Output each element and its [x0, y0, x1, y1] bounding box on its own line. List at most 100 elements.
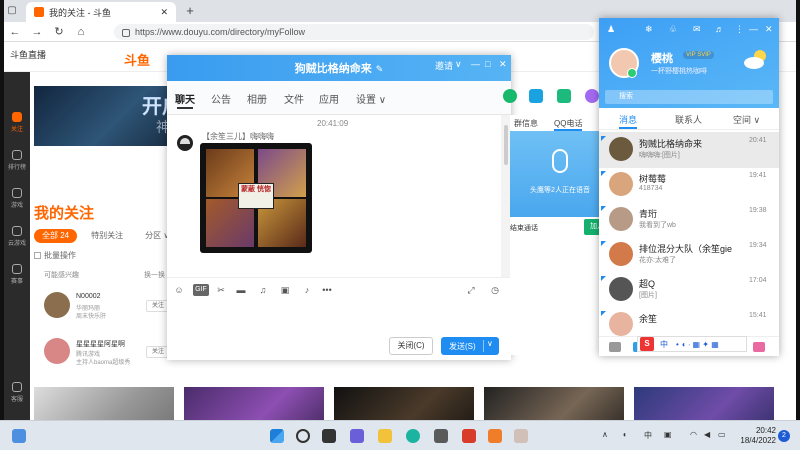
conversation-item[interactable]: 青珩 我看到了wb 19:38 [599, 202, 779, 238]
menu-icon[interactable]: ⋮ [735, 24, 744, 35]
close-button[interactable]: ✕ [765, 24, 773, 35]
wifi-icon[interactable]: ◠ [690, 430, 697, 439]
avatar[interactable] [609, 277, 633, 301]
send-options-icon[interactable]: ∨ [487, 339, 493, 348]
tab-files[interactable]: 文件 [284, 91, 304, 106]
swap-button[interactable]: 换一换 [144, 270, 165, 280]
more-icon[interactable]: ••• [321, 284, 333, 296]
tab-my-follow[interactable]: 我的关注 - 斗鱼 ✕ [26, 2, 176, 22]
tab-album[interactable]: 相册 [247, 91, 267, 106]
conversation-item[interactable]: 树莓莓 418734 19:41 [599, 167, 779, 203]
conversation-item[interactable]: 超Q [图片] 17:04 [599, 272, 779, 308]
sidebar-item[interactable]: 客服 [4, 382, 30, 403]
avatar[interactable] [609, 137, 633, 161]
douyu-text-logo[interactable]: 斗鱼直播 [10, 48, 46, 61]
bell-icon[interactable]: ♪ [301, 284, 313, 296]
sidebar-item[interactable]: 排行榜 [4, 150, 30, 171]
clock[interactable]: 20:42 18/4/2022 [736, 426, 776, 446]
reload-icon[interactable]: ↻ [48, 25, 70, 38]
send-button[interactable]: 发送(S) ∨ [441, 337, 499, 355]
tab-announcement[interactable]: 公告 [211, 91, 231, 106]
tab-qq-call[interactable]: QQ电话 [554, 118, 583, 131]
tab-chat[interactable]: 聊天 [175, 91, 195, 109]
tab-group-info[interactable]: 群信息 [514, 118, 538, 129]
tab-actions-icon[interactable]: ▢ [4, 3, 20, 19]
edge-icon[interactable] [406, 429, 420, 443]
ime-language[interactable]: 中 [644, 430, 652, 441]
avatar[interactable] [609, 207, 633, 231]
battery-icon[interactable]: ▭ [718, 430, 726, 439]
chat-icon[interactable] [350, 429, 364, 443]
invite-button[interactable]: 邀请 [435, 59, 453, 72]
music-icon[interactable]: ♫ [257, 284, 269, 296]
close-chat-button[interactable]: 关闭(C) [389, 337, 433, 355]
tab-apps[interactable]: 应用 [319, 91, 339, 106]
avatar[interactable] [609, 242, 633, 266]
recommended-streamer[interactable]: 星星星星阿星啊 腾讯游戏 主持人baoma超级秀 关注 [44, 338, 174, 378]
close-button[interactable]: ✕ [499, 59, 507, 70]
emoji-icon[interactable]: ☺ [173, 284, 185, 296]
vip-badge[interactable]: VIP SVIP [683, 51, 714, 59]
mcafee-icon[interactable] [462, 429, 476, 443]
batch-operation[interactable]: 批量操作 [34, 250, 76, 261]
notification-badge[interactable]: 2 [778, 430, 790, 442]
image-icon[interactable]: ▣ [279, 284, 291, 296]
filter-pill[interactable]: 全部 24 [34, 229, 78, 243]
sidebar-item[interactable]: 游戏 [4, 188, 30, 209]
minimize-button[interactable]: — [471, 59, 480, 69]
store-icon[interactable] [434, 429, 448, 443]
microphone-icon[interactable]: ◖ [622, 430, 627, 439]
tab-qzone[interactable]: 空间 ∨ [733, 113, 760, 126]
qq-taskbar-icon[interactable] [514, 429, 528, 443]
user-signature[interactable]: 一杯野樱桃热咖啡 [651, 66, 707, 76]
filter-pill[interactable]: 特别关注 [83, 229, 131, 243]
ime-mode[interactable]: 中 [660, 339, 668, 350]
pet-icon[interactable]: ♧ [669, 24, 677, 35]
edit-icon[interactable]: ✎ [376, 64, 384, 74]
recommended-streamer[interactable]: N00002 华丽玛丽 周末快乐肝 关注 [44, 292, 174, 332]
search-icon[interactable] [296, 429, 310, 443]
more-dropdown-icon[interactable]: ∨ [455, 59, 462, 70]
new-tab-button[interactable]: + [182, 3, 198, 19]
forward-icon[interactable]: → [26, 26, 48, 38]
widgets-icon[interactable] [12, 429, 26, 443]
avatar[interactable] [609, 172, 633, 196]
end-call-button[interactable]: 结束通话 [510, 223, 538, 233]
user-avatar[interactable] [609, 48, 639, 78]
mail-icon[interactable]: ✉ [693, 24, 701, 35]
screenshot-icon[interactable]: ✂ [215, 284, 227, 296]
image-message[interactable]: 蒙蔽 恍惚 [200, 143, 312, 253]
avatar[interactable] [44, 292, 70, 318]
chat-titlebar[interactable]: 狗贼比格纳命来 ✎ 邀请 ∨ — □ ✕ [167, 55, 511, 81]
main-menu-icon[interactable] [609, 342, 621, 352]
conversation-item[interactable]: 狗贼比格纳命来 嗨嗨嗨:[图片] 20:41 [599, 132, 779, 168]
video-call-icon[interactable] [529, 89, 543, 103]
task-view-icon[interactable] [322, 429, 336, 443]
back-icon[interactable]: ← [4, 26, 26, 38]
file-explorer-icon[interactable] [378, 429, 392, 443]
weather-icon[interactable] [743, 48, 769, 70]
app-icon[interactable] [488, 429, 502, 443]
skin-icon[interactable]: ❄ [645, 24, 653, 35]
sidebar-item[interactable]: 云游戏 [4, 226, 30, 247]
home-icon[interactable]: ⌂ [70, 26, 92, 38]
add-app-icon[interactable] [585, 89, 599, 103]
sidebar-item[interactable]: 赛事 [4, 264, 30, 285]
sogou-icon[interactable]: S [640, 337, 654, 351]
gif-icon[interactable]: GIF [193, 284, 209, 296]
address-bar[interactable]: https://www.douyu.com/directory/myFollow [114, 24, 594, 40]
tab-messages[interactable]: 消息 [619, 113, 638, 129]
conversation-item[interactable]: 排位混分大队（余笙gie 花亦:太难了 19:34 [599, 237, 779, 273]
start-icon[interactable] [270, 429, 284, 443]
ime-toolbar[interactable]: S 中 • ◖ ∙ ▦ ✦ ▦ [637, 336, 747, 352]
qq-logo-icon[interactable]: ♟ [607, 24, 615, 35]
folder-icon[interactable]: ▬ [235, 284, 247, 296]
tray-overflow-icon[interactable]: ∧ [602, 430, 608, 439]
history-icon[interactable]: ◷ [489, 284, 501, 296]
expand-icon[interactable]: ⤢ [465, 284, 477, 296]
tab-contacts[interactable]: 联系人 [675, 113, 702, 126]
avatar[interactable] [44, 338, 70, 364]
music-icon[interactable]: ♬ [715, 24, 724, 34]
maximize-button[interactable]: □ [485, 59, 490, 69]
tab-settings[interactable]: 设置 ∨ [356, 91, 386, 106]
